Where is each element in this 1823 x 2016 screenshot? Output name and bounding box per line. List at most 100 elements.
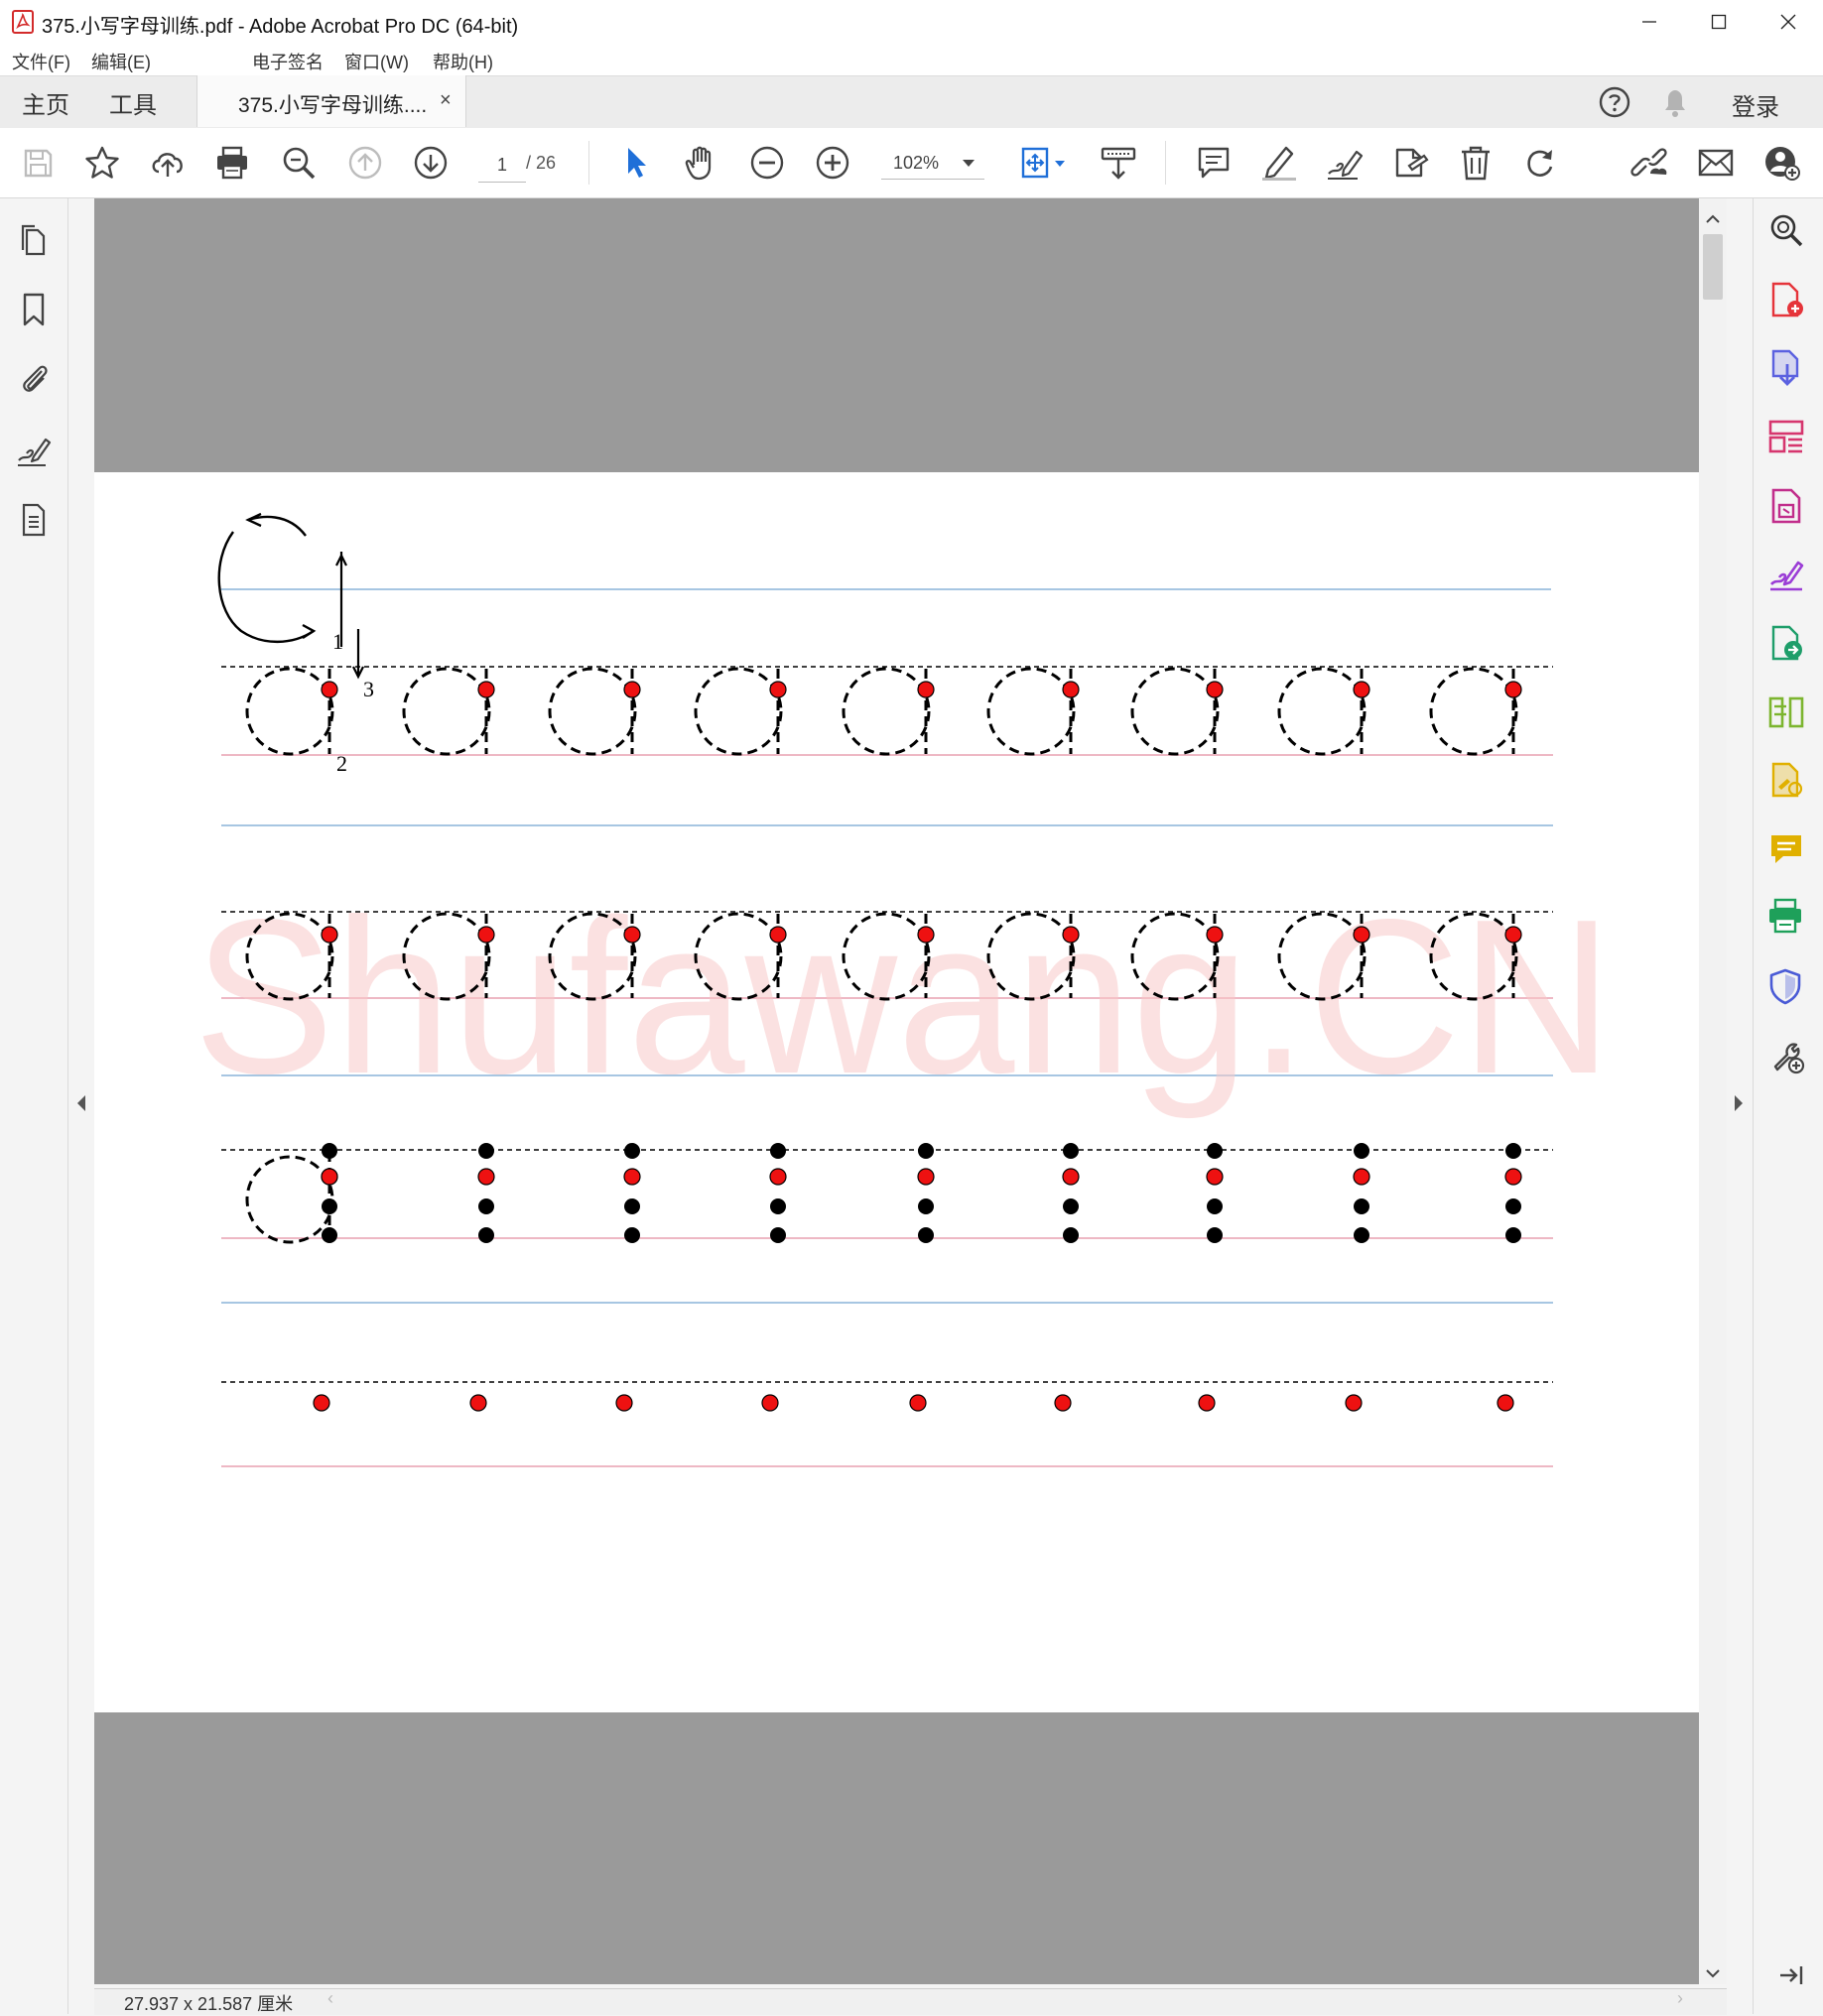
start-dot — [769, 1168, 787, 1186]
start-dot — [623, 926, 641, 944]
rotate-icon[interactable] — [1520, 142, 1562, 184]
scroll-down-icon[interactable] — [1706, 1968, 1720, 1978]
save-icon[interactable] — [17, 142, 59, 184]
bookmarks-icon[interactable] — [14, 290, 54, 329]
scrollbar-thumb[interactable] — [1703, 234, 1723, 300]
comment-tool-icon[interactable] — [1766, 829, 1806, 869]
hand-icon[interactable] — [681, 142, 722, 184]
menu-esign[interactable]: 电子签名 — [252, 49, 324, 74]
guide-dot — [1207, 1227, 1223, 1243]
start-dot — [1198, 1394, 1216, 1412]
start-dot — [1504, 1168, 1522, 1186]
guide-dot — [770, 1198, 786, 1214]
trace-letter-bowl — [402, 667, 491, 756]
window-title: 375.小写字母训练.pdf - Adobe Acrobat Pro DC (6… — [42, 16, 519, 38]
page-down-icon[interactable] — [410, 142, 452, 184]
scroll-up-icon[interactable] — [1706, 214, 1720, 224]
guide-dot — [1505, 1198, 1521, 1214]
start-dot — [615, 1394, 633, 1412]
print-production-icon[interactable] — [1766, 897, 1806, 937]
start-dot — [1353, 681, 1370, 698]
menu-edit[interactable]: 编辑(E) — [91, 49, 151, 74]
start-dot — [1504, 926, 1522, 944]
guide-dot — [1207, 1143, 1223, 1159]
sign-in-link[interactable]: 登录 — [1732, 87, 1779, 122]
zoom-in-icon[interactable] — [812, 142, 853, 184]
compare-icon[interactable] — [1766, 693, 1806, 732]
print-icon[interactable] — [211, 142, 253, 184]
menu-file[interactable]: 文件(F) — [12, 49, 70, 74]
collapse-right-pane-icon[interactable] — [1733, 1093, 1745, 1113]
create-pdf-icon[interactable] — [1766, 280, 1806, 319]
help-icon[interactable] — [1598, 85, 1631, 119]
page-thumbnails-icon[interactable] — [14, 220, 54, 260]
start-dot — [1353, 1168, 1370, 1186]
guide-dot — [770, 1143, 786, 1159]
cloud-upload-icon[interactable] — [147, 142, 189, 184]
email-icon[interactable] — [1695, 142, 1737, 184]
protect-icon[interactable] — [1766, 966, 1806, 1006]
send-for-signature-icon[interactable] — [1766, 623, 1806, 663]
fill-sign-icon[interactable] — [1766, 554, 1806, 593]
sign-icon[interactable] — [1324, 142, 1366, 184]
document-tab-label[interactable]: 375.小写字母训练.... — [238, 89, 427, 119]
guide-dot — [322, 1227, 337, 1243]
start-dot — [321, 926, 338, 944]
minimize-button[interactable] — [1615, 0, 1684, 44]
highlight-icon[interactable] — [1258, 142, 1300, 184]
page-up-icon[interactable] — [344, 142, 386, 184]
maximize-button[interactable] — [1684, 0, 1754, 44]
guide-dot — [918, 1227, 934, 1243]
expand-tools-pane-icon[interactable] — [1778, 1964, 1804, 1986]
enhance-scan-icon[interactable] — [1766, 210, 1806, 250]
stamp-icon[interactable] — [1389, 142, 1431, 184]
export-pdf-icon[interactable] — [1766, 347, 1806, 387]
request-signature-icon[interactable] — [1766, 760, 1806, 800]
start-dot — [469, 1394, 487, 1412]
more-tools-icon[interactable] — [1766, 1036, 1806, 1075]
start-dot — [1345, 1394, 1363, 1412]
comment-icon[interactable] — [1193, 142, 1235, 184]
left-navigation-pane — [0, 198, 68, 2014]
scroll-right-icon[interactable]: › — [1677, 1988, 1683, 2009]
tab-home[interactable]: 主页 — [22, 85, 69, 120]
trace-letter-bowl — [1277, 667, 1367, 756]
share-user-icon[interactable] — [1760, 142, 1802, 184]
guide-dot — [918, 1198, 934, 1214]
menu-help[interactable]: 帮助(H) — [433, 49, 493, 74]
zoom-out-icon[interactable] — [746, 142, 788, 184]
maximize-icon — [1711, 14, 1727, 30]
close-icon — [1780, 14, 1796, 30]
scroll-mode-icon[interactable] — [1098, 142, 1139, 184]
fit-page-icon[interactable] — [1016, 142, 1072, 184]
notification-bell-icon[interactable] — [1660, 85, 1690, 119]
bookmark-star-icon[interactable] — [81, 142, 123, 184]
start-dot — [1504, 681, 1522, 698]
attachments-icon[interactable] — [14, 359, 54, 399]
document-properties-icon[interactable] — [14, 500, 54, 540]
menu-window[interactable]: 窗口(W) — [344, 49, 409, 74]
search-zoom-icon[interactable] — [278, 142, 320, 184]
delete-icon[interactable] — [1455, 142, 1497, 184]
signatures-icon[interactable] — [14, 431, 54, 470]
trace-letter-bowl — [694, 667, 783, 756]
guide-dot — [1063, 1198, 1079, 1214]
stroke-number-1: 1 — [332, 629, 343, 654]
select-pointer-icon[interactable] — [615, 142, 657, 184]
tab-close-button[interactable]: × — [440, 89, 452, 112]
page-number-input[interactable] — [478, 148, 526, 183]
status-bar — [94, 1988, 1727, 2015]
edit-pdf-icon[interactable] — [1766, 486, 1806, 526]
guide-dot — [918, 1143, 934, 1159]
scroll-left-icon[interactable]: ‹ — [327, 1988, 333, 2009]
guide-dot — [478, 1143, 494, 1159]
close-window-button[interactable] — [1754, 0, 1823, 44]
vertical-scrollbar[interactable] — [1699, 198, 1727, 1984]
tab-tools[interactable]: 工具 — [109, 85, 157, 120]
trace-letter-bowl — [842, 667, 931, 756]
link-icon[interactable] — [1629, 142, 1671, 184]
guide-dot — [1354, 1143, 1369, 1159]
organize-pages-icon[interactable] — [1766, 417, 1806, 456]
collapse-left-pane-icon[interactable] — [75, 1093, 87, 1113]
zoom-dropdown-icon[interactable] — [961, 157, 977, 169]
